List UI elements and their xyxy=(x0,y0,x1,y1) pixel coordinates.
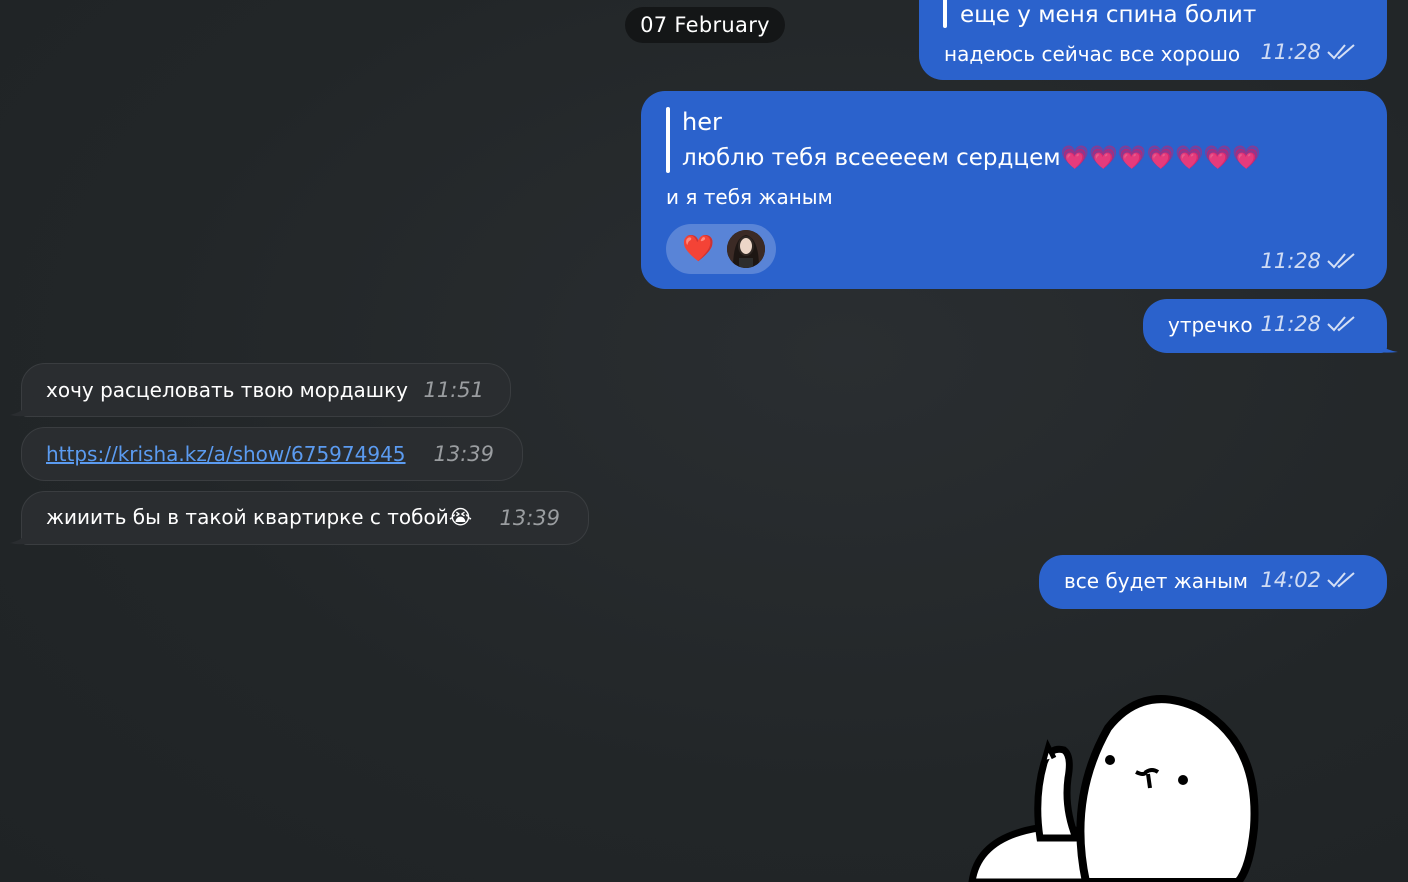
message-time: 13:39 xyxy=(499,506,560,530)
date-separator: 07 February xyxy=(625,7,785,43)
message-bubble-outgoing[interactable]: все будет жаным 14:02 xyxy=(1039,555,1387,609)
message-time: 13:39 xyxy=(433,442,494,466)
message-link[interactable]: https://krisha.kz/a/show/675974945 xyxy=(46,442,406,466)
bubble-tail xyxy=(1370,330,1398,353)
message-bubble-outgoing[interactable]: her люблю тебя всееееем сердцем💗💗💗💗💗💗💗 и… xyxy=(641,91,1387,289)
message-text: утречко xyxy=(1168,313,1253,337)
message-bubble-incoming[interactable]: жииить бы в такой квартирке с тобой😭 13:… xyxy=(21,491,589,545)
message-bubble-outgoing[interactable]: еще у меня спина болит надеюсь сейчас вс… xyxy=(919,0,1387,80)
bubble-tail xyxy=(10,394,34,417)
message-time: 14:02 xyxy=(1260,568,1321,592)
heart-reaction-icon: ❤️ xyxy=(682,234,715,264)
message-time: 11:28 xyxy=(1260,40,1321,64)
double-check-icon xyxy=(1327,316,1355,332)
message-bubble-incoming[interactable]: https://krisha.kz/a/show/675974945 13:39 xyxy=(21,427,523,481)
message-text: все будет жаным xyxy=(1064,569,1248,593)
message-time: 11:28 xyxy=(1260,312,1321,336)
reactor-avatar xyxy=(727,230,765,268)
double-check-icon xyxy=(1327,572,1355,588)
reply-text: люблю тебя всееееем сердцем💗💗💗💗💗💗💗 xyxy=(682,145,1262,171)
double-check-icon xyxy=(1327,253,1355,269)
sticker-character[interactable] xyxy=(968,688,1268,882)
message-text: жииить бы в такой квартирке с тобой😭 xyxy=(46,505,473,529)
message-time: 11:28 xyxy=(1260,249,1321,273)
message-bubble-outgoing[interactable]: утречко 11:28 xyxy=(1143,299,1387,353)
double-check-icon xyxy=(1327,44,1355,60)
message-text: и я тебя жаным xyxy=(666,185,833,209)
message-text: надеюсь сейчас все хорошо xyxy=(944,42,1241,66)
reply-author: her xyxy=(682,108,722,136)
quote-bar xyxy=(943,0,947,28)
reaction-chip[interactable]: ❤️ xyxy=(666,224,776,274)
bubble-tail xyxy=(10,522,34,545)
message-time: 11:51 xyxy=(423,378,484,402)
message-text: хочу расцеловать твою мордашку xyxy=(46,378,408,402)
message-bubble-incoming[interactable]: хочу расцеловать твою мордашку 11:51 xyxy=(21,363,511,417)
quoted-text: еще у меня спина болит xyxy=(960,2,1257,28)
reply-bar xyxy=(666,107,670,173)
